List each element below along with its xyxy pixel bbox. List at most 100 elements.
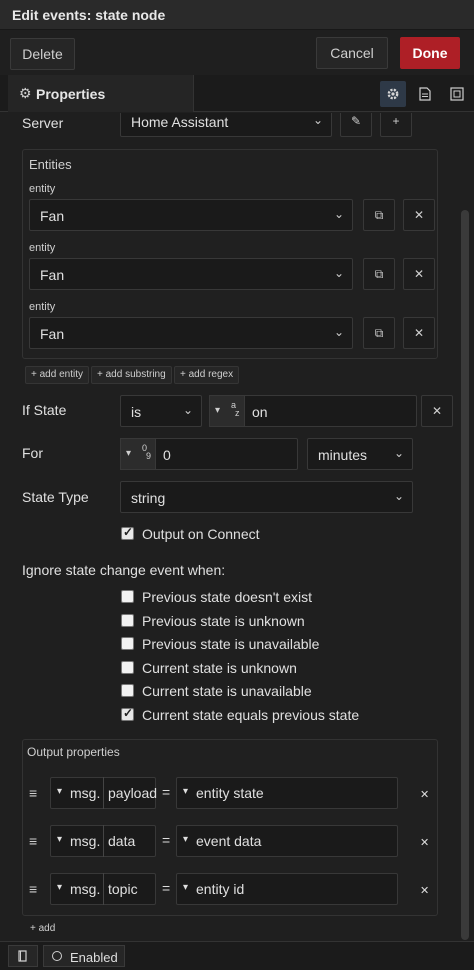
for-unit: minutes	[318, 447, 368, 463]
output-property-value-select[interactable]: ▾ entity id	[176, 873, 398, 905]
entity-label: entity	[29, 183, 56, 195]
add-substring-button[interactable]: + add substring	[91, 366, 172, 384]
plus-icon: +	[392, 114, 400, 128]
cancel-button[interactable]: Cancel	[316, 37, 388, 69]
state-type-select[interactable]: string ⌄	[120, 481, 413, 513]
for-type-select[interactable]: ▾ 0 9	[120, 438, 156, 470]
property-value: entity id	[196, 881, 245, 897]
drag-handle-icon[interactable]: ≡	[29, 833, 37, 849]
plus-icon: +	[180, 369, 189, 380]
if-state-value-input[interactable]: ▾ a z on	[209, 395, 417, 427]
frame-icon	[450, 87, 464, 101]
output-properties-title: Output properties	[27, 745, 120, 759]
gear-icon: ⚙	[19, 85, 32, 101]
output-property-name[interactable]: ▾ msg. payload	[50, 777, 157, 809]
enabled-toggle[interactable]: Enabled	[43, 945, 125, 967]
equals-sign: =	[162, 880, 171, 896]
entities-title: Entities	[29, 157, 72, 172]
add-regex-label: add regex	[188, 369, 234, 380]
delete-button[interactable]: Delete	[10, 38, 75, 70]
chevron-down-icon: ⌄	[333, 266, 344, 280]
remove-output-button[interactable]: ✕	[420, 836, 429, 849]
caret-down-icon: ▾	[183, 786, 189, 797]
tab-properties[interactable]: ⚙ Properties	[8, 75, 194, 112]
remove-entity-button[interactable]: ✕	[403, 258, 435, 290]
for-value-input[interactable]: ▾ 0 9 0	[120, 438, 298, 470]
edit-server-button[interactable]: ✎	[340, 113, 372, 137]
entity-select[interactable]: Fan ⌄	[29, 258, 353, 290]
divider	[103, 777, 104, 809]
output-property-value-select[interactable]: ▾ event data	[176, 825, 398, 857]
chevron-down-icon: ⌄	[333, 207, 344, 221]
copy-entity-button[interactable]: ⧉	[363, 199, 395, 231]
entities-group: Entities entity Fan ⌄ ⧉ ✕ entity Fan ⌄ ⧉…	[22, 149, 438, 359]
circle-icon	[52, 951, 62, 961]
document-icon	[419, 87, 431, 101]
caret-down-icon: ▾	[183, 834, 189, 845]
remove-output-button[interactable]: ✕	[420, 788, 429, 801]
ignore-prev-unavailable-checkbox[interactable]	[121, 637, 134, 650]
entity-select[interactable]: Fan ⌄	[29, 317, 353, 349]
if-state-type-select[interactable]: ▾ a z	[209, 395, 245, 427]
chevron-down-icon: ⌄	[393, 446, 404, 460]
drag-handle-icon[interactable]: ≡	[29, 785, 37, 801]
remove-entity-button[interactable]: ✕	[403, 317, 435, 349]
ignore-prev-not-exist-checkbox[interactable]	[121, 590, 134, 603]
add-output-label: add	[38, 923, 56, 934]
output-property-value-select[interactable]: ▾ entity state	[176, 777, 398, 809]
ignore-option-label: Previous state doesn't exist	[142, 589, 312, 605]
appearance-tab-icon[interactable]	[444, 81, 470, 107]
divider	[103, 825, 104, 857]
if-state-value: on	[252, 404, 268, 420]
chevron-down-icon: ⌄	[312, 113, 323, 127]
entity-value: Fan	[40, 208, 65, 224]
msg-prefix: msg.	[70, 785, 101, 801]
output-on-connect-checkbox[interactable]	[121, 525, 134, 540]
if-state-operator-select[interactable]: is ⌄	[120, 395, 202, 427]
output-property-name[interactable]: ▾ msg. data	[50, 825, 156, 857]
output-property-name[interactable]: ▾ msg. topic	[50, 873, 156, 905]
copy-icon: ⧉	[374, 207, 384, 222]
book-icon	[18, 950, 27, 962]
caret-down-icon: ▾	[126, 448, 132, 459]
msg-prefix: msg.	[70, 833, 101, 849]
entity-label: entity	[29, 301, 56, 313]
description-tab-icon[interactable]	[412, 81, 438, 107]
for-unit-select[interactable]: minutes ⌄	[307, 438, 413, 470]
ignore-current-unavailable-checkbox[interactable]	[121, 684, 134, 697]
ignore-prev-unknown-checkbox[interactable]	[121, 614, 134, 627]
scrollbar[interactable]	[461, 210, 469, 940]
add-output-button[interactable]: + add	[25, 921, 60, 939]
add-entity-button[interactable]: + add entity	[25, 366, 89, 384]
remove-output-button[interactable]: ✕	[420, 884, 429, 897]
caret-down-icon: ▾	[215, 405, 221, 416]
copy-entity-button[interactable]: ⧉	[363, 258, 395, 290]
remove-entity-button[interactable]: ✕	[403, 199, 435, 231]
add-server-button[interactable]: +	[380, 113, 412, 137]
output-on-connect-label: Output on Connect	[142, 526, 260, 542]
property-value: entity state	[196, 785, 264, 801]
equals-sign: =	[162, 784, 171, 800]
copy-entity-button[interactable]: ⧉	[363, 317, 395, 349]
ignore-current-unknown-checkbox[interactable]	[121, 661, 134, 674]
drag-handle-icon[interactable]: ≡	[29, 881, 37, 897]
caret-down-icon: ▾	[183, 882, 189, 893]
settings-tab-icon[interactable]	[380, 81, 406, 107]
plus-icon: +	[31, 369, 40, 380]
close-icon: ✕	[413, 267, 425, 281]
ignore-option-label: Current state is unknown	[142, 660, 297, 676]
server-select[interactable]: Home Assistant ⌄	[120, 113, 332, 137]
copy-icon: ⧉	[374, 266, 384, 281]
node-help-button[interactable]	[8, 945, 38, 967]
tab-bar: ⚙ Properties	[0, 75, 474, 112]
add-regex-button[interactable]: + add regex	[174, 366, 240, 384]
clear-if-state-button[interactable]: ✕	[421, 395, 453, 427]
ignore-equals-previous-checkbox[interactable]	[121, 706, 134, 721]
caret-down-icon: ▾	[57, 786, 63, 797]
server-label: Server	[22, 115, 64, 131]
properties-panel[interactable]: Server Home Assistant ⌄ ✎ + Entities ent…	[0, 113, 474, 941]
equals-sign: =	[162, 832, 171, 848]
entity-select[interactable]: Fan ⌄	[29, 199, 353, 231]
done-button[interactable]: Done	[400, 37, 460, 69]
pencil-icon: ✎	[350, 114, 362, 128]
